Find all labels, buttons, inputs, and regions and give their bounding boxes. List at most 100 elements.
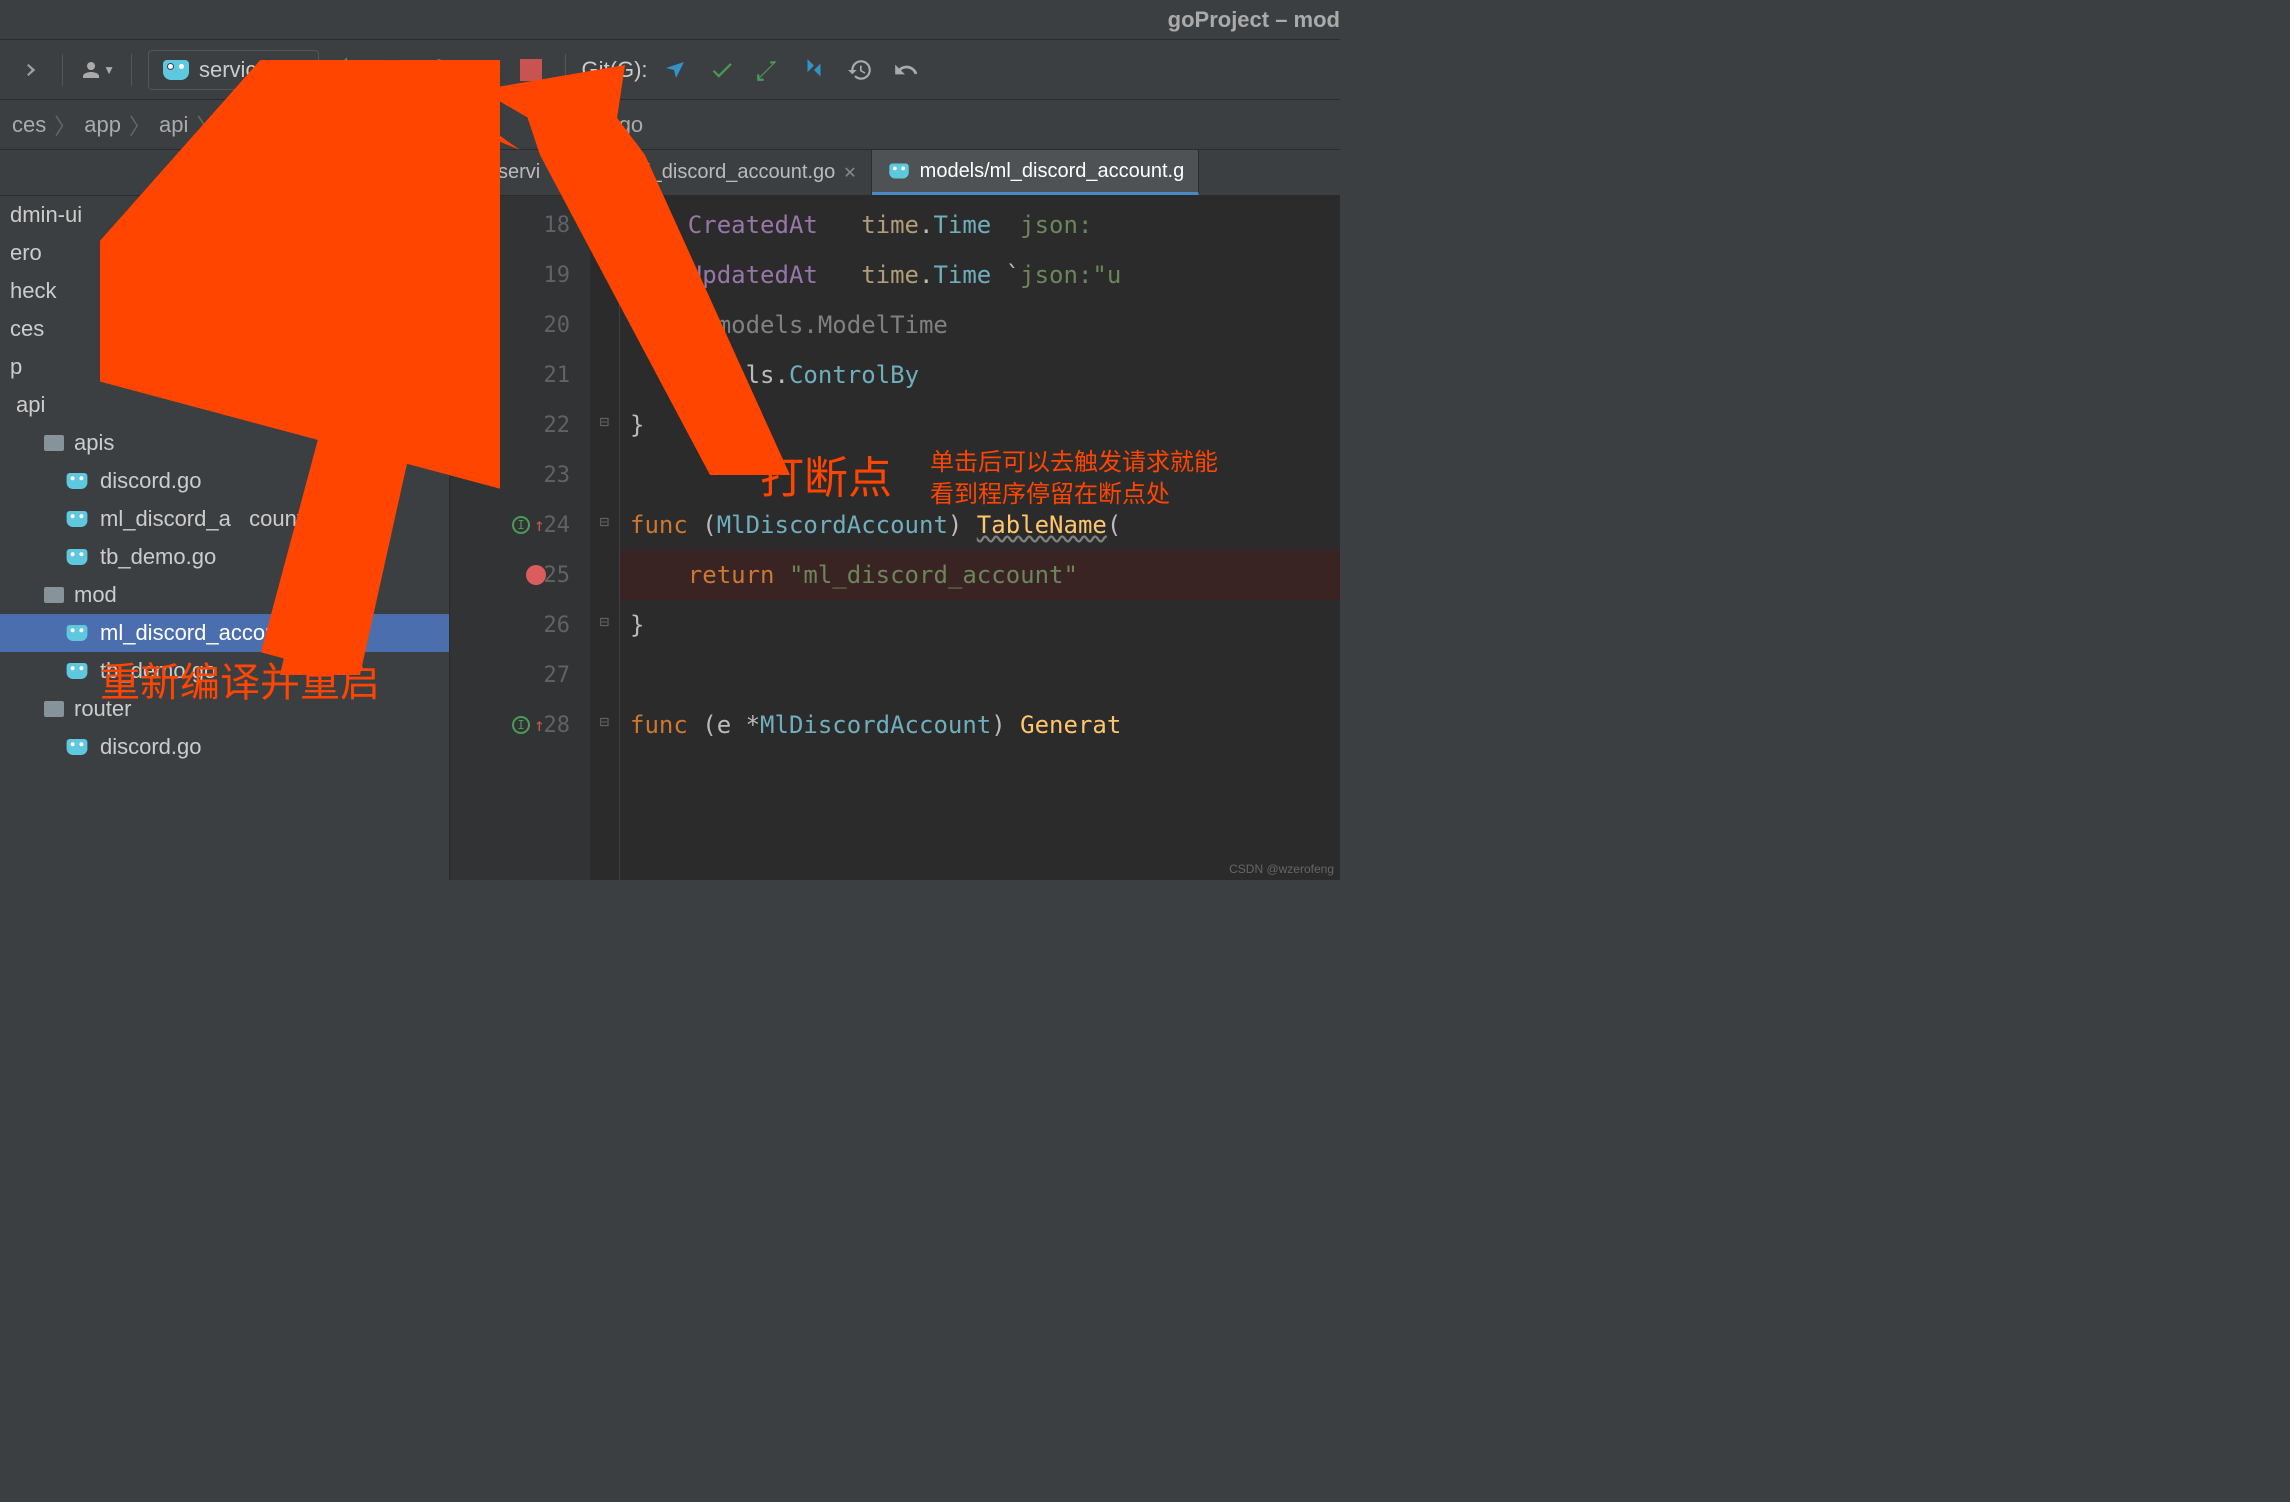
git-history-icon[interactable] (842, 52, 878, 88)
editor-tab-active[interactable]: models/ml_discord_account.g (872, 150, 1200, 195)
editor-tab[interactable]: servi l_discord_account.go ✕ (450, 150, 872, 195)
breadcrumb-item[interactable]: discord_ (327, 112, 458, 138)
override-up-icon[interactable]: ↑ (534, 515, 545, 536)
code-line[interactable]: func (e *MlDiscordAccount) Generat (620, 700, 1340, 750)
code-line[interactable]: } (620, 400, 1340, 450)
breadcrumb-item[interactable]: app (76, 112, 129, 138)
git-commit-icon[interactable] (704, 52, 740, 88)
tree-item-label: router (74, 696, 131, 722)
gutter-line[interactable]: 28I↑ (450, 700, 590, 750)
code-line[interactable]: return "ml_discord_account" (620, 550, 1340, 600)
method-marker-icon[interactable]: I (512, 516, 530, 534)
gutter-line[interactable]: 26 (450, 600, 590, 650)
fold-marker[interactable] (590, 346, 619, 396)
breadcrumb-item[interactable]: api (151, 112, 196, 138)
gutter-line[interactable]: 21 (450, 350, 590, 400)
git-branches-icon[interactable] (796, 52, 832, 88)
tree-item[interactable]: ml_discord_a count.go (0, 500, 449, 538)
code-lines[interactable]: CreatedAt time.Time json: UpdatedAt time… (620, 196, 1340, 880)
gutter-line[interactable]: 24I↑ (450, 500, 590, 550)
gutter-line[interactable]: 27 (450, 650, 590, 700)
fold-marker[interactable] (590, 446, 619, 496)
gutter-line[interactable]: 23 (450, 450, 590, 500)
tree-item[interactable]: ml_discord_account.go (0, 614, 449, 652)
code-line[interactable]: } (620, 600, 1340, 650)
coverage-icon[interactable] (421, 52, 457, 88)
tree-item[interactable]: router (0, 690, 449, 728)
git-update-icon[interactable] (658, 52, 694, 88)
tab-label: servi (498, 161, 540, 184)
fold-marker[interactable]: ⊟ (590, 596, 619, 646)
fold-marker[interactable] (590, 296, 619, 346)
window-title: goProject – mod (1168, 0, 1340, 40)
fold-marker[interactable] (590, 646, 619, 696)
tree-item[interactable]: ero (0, 234, 449, 272)
tree-item[interactable]: dmin-ui (0, 196, 449, 234)
tree-item[interactable]: discord.go (0, 728, 449, 766)
forward-arrow-icon[interactable] (10, 52, 46, 88)
editor-area: servi l_discord_account.go ✕ models/ml_d… (450, 150, 1340, 880)
fold-marker[interactable]: ⊟ (590, 396, 619, 446)
fold-marker[interactable]: ⊟ (590, 496, 619, 546)
git-label: Git(G): (582, 57, 648, 83)
code-line[interactable] (620, 650, 1340, 700)
fold-marker[interactable]: ⊟ (590, 696, 619, 746)
collapse-all-icon[interactable] (369, 159, 397, 187)
gutter-line[interactable]: 20 (450, 300, 590, 350)
tree-item-label: ml_discord_a count.go (100, 506, 334, 532)
line-gutter[interactable]: 18192021222324I↑25262728I↑ (450, 196, 590, 880)
method-marker-icon[interactable]: I (512, 716, 530, 734)
project-tree[interactable]: dmin-uieroheckcespapiapisdiscord.goml_di… (0, 196, 449, 880)
breadcrumb-item[interactable]: ces (4, 112, 54, 138)
gutter-line[interactable]: 22 (450, 400, 590, 450)
fold-marker[interactable] (590, 546, 619, 596)
tree-item[interactable]: tb_demo.go (0, 538, 449, 576)
code-line[interactable]: models.ControlBy (620, 350, 1340, 400)
close-icon[interactable]: ✕ (843, 163, 856, 183)
code-line[interactable]: CreatedAt time.Time json: (620, 200, 1340, 250)
locate-icon[interactable] (285, 159, 313, 187)
git-rollback-icon[interactable] (888, 52, 924, 88)
profiler-icon[interactable]: ▼ (467, 52, 503, 88)
tree-item[interactable]: heck (0, 272, 449, 310)
sidebar-toolbar (0, 150, 449, 196)
tree-item-label: discord.go (100, 734, 202, 760)
code-editor[interactable]: 18192021222324I↑25262728I↑ ⊟ ⊟ ⊟ ⊟ CreatedA… (450, 196, 1340, 880)
run-restart-icon[interactable] (329, 52, 365, 88)
tree-item[interactable]: apis (0, 424, 449, 462)
gutter-line[interactable]: 19 (450, 250, 590, 300)
stop-icon[interactable] (513, 52, 549, 88)
breakpoint-dot[interactable] (526, 565, 546, 585)
folder-icon (44, 587, 64, 603)
breadcrumb-item[interactable]: t.go (598, 112, 651, 138)
tree-item[interactable]: mod (0, 576, 449, 614)
code-line[interactable]: //models.ModelTime (620, 300, 1340, 350)
fold-marker[interactable] (590, 246, 619, 296)
override-up-icon[interactable]: ↑ (534, 715, 545, 736)
gutter-line[interactable]: 18 (450, 200, 590, 250)
debug-icon[interactable] (375, 52, 411, 88)
tree-item-label: ces (10, 316, 44, 342)
git-push-icon[interactable] (750, 52, 786, 88)
run-config-selector[interactable]: services ▼ (148, 50, 319, 90)
run-config-label: services (199, 57, 280, 83)
gutter-line[interactable]: 25 (450, 550, 590, 600)
profile-icon[interactable]: ▼ (79, 52, 115, 88)
tree-item-label: p (10, 354, 22, 380)
expand-all-icon[interactable] (327, 159, 355, 187)
tree-item[interactable]: p (0, 348, 449, 386)
code-line[interactable]: UpdatedAt time.Time `json:"u (620, 250, 1340, 300)
code-line[interactable] (620, 450, 1340, 500)
breadcrumb-item[interactable]: models (218, 112, 305, 138)
tree-item[interactable]: api (0, 386, 449, 424)
tree-item[interactable]: tb_demo.go (0, 652, 449, 690)
go-file-icon (67, 473, 88, 489)
fold-column[interactable]: ⊟ ⊟ ⊟ ⊟ (590, 196, 620, 880)
tree-item[interactable]: discord.go (0, 462, 449, 500)
code-line[interactable]: func (MlDiscordAccount) TableName( (620, 500, 1340, 550)
settings-icon[interactable] (411, 159, 439, 187)
toolbar-divider (131, 54, 132, 86)
tree-item[interactable]: ces (0, 310, 449, 348)
fold-marker[interactable] (590, 196, 619, 246)
folder-icon (44, 435, 64, 451)
